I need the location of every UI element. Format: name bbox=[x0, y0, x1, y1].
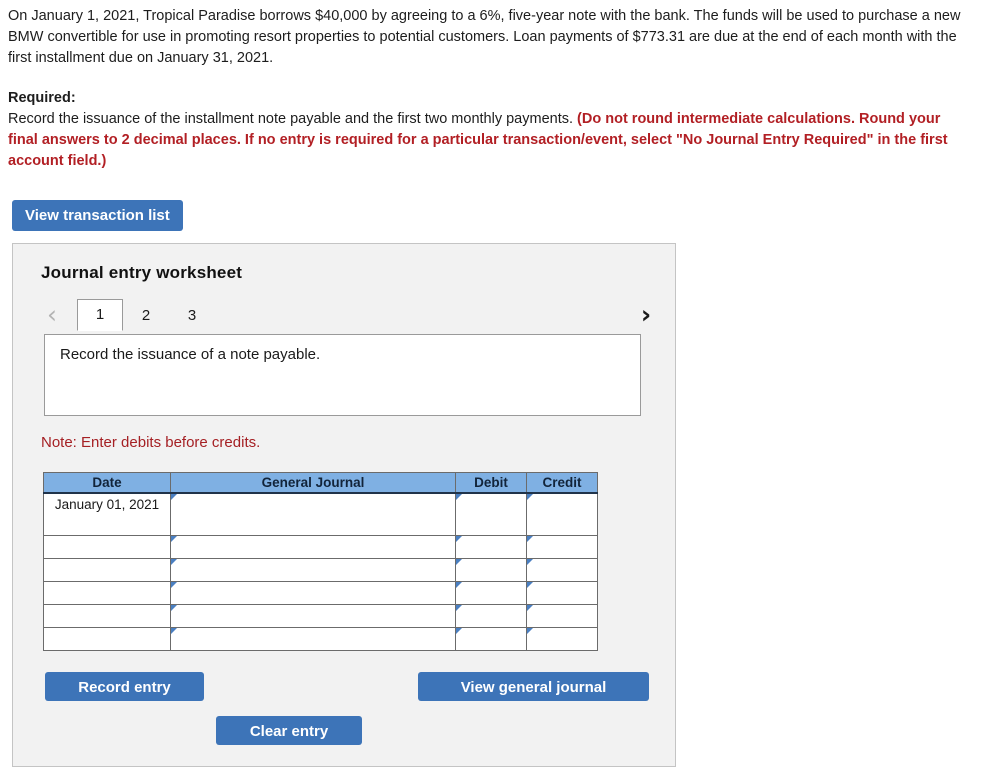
table-row bbox=[43, 535, 598, 559]
tab-1[interactable]: 1 bbox=[77, 299, 123, 331]
dropdown-triangle-icon bbox=[527, 582, 533, 588]
cell-credit[interactable] bbox=[526, 627, 598, 651]
cell-general-journal[interactable] bbox=[170, 627, 456, 651]
transaction-description-text: Record the issuance of a note payable. bbox=[60, 346, 321, 363]
transaction-description-box: Record the issuance of a note payable. bbox=[44, 334, 641, 416]
view-general-journal-button[interactable]: View general journal bbox=[418, 672, 649, 701]
cell-credit[interactable] bbox=[526, 581, 598, 605]
dropdown-triangle-icon bbox=[171, 582, 177, 588]
cell-credit[interactable] bbox=[526, 492, 598, 536]
cell-general-journal[interactable] bbox=[170, 558, 456, 582]
problem-text: On January 1, 2021, Tropical Paradise bo… bbox=[8, 8, 961, 66]
cell-date-value bbox=[44, 605, 170, 608]
cell-date-value bbox=[44, 582, 170, 585]
dropdown-triangle-icon bbox=[527, 628, 533, 634]
dropdown-triangle-icon bbox=[527, 536, 533, 542]
table-header-row: Date General Journal Debit Credit bbox=[43, 472, 598, 494]
cell-date[interactable]: January 01, 2021 bbox=[43, 492, 171, 536]
dropdown-triangle-icon bbox=[171, 628, 177, 634]
view-transaction-list-button[interactable]: View transaction list bbox=[12, 200, 183, 231]
cell-debit[interactable] bbox=[455, 581, 527, 605]
cell-general-journal[interactable] bbox=[170, 492, 456, 536]
chevron-right-icon[interactable]: › bbox=[635, 299, 657, 333]
dropdown-triangle-icon bbox=[171, 536, 177, 542]
dropdown-triangle-icon bbox=[456, 536, 462, 542]
cell-general-journal[interactable] bbox=[170, 604, 456, 628]
cell-date-value: January 01, 2021 bbox=[54, 497, 160, 512]
cell-date-value bbox=[44, 559, 170, 562]
dropdown-triangle-icon bbox=[171, 605, 177, 611]
cell-debit[interactable] bbox=[455, 492, 527, 536]
dropdown-triangle-icon bbox=[171, 494, 177, 500]
column-header-date: Date bbox=[43, 472, 171, 494]
clear-entry-button[interactable]: Clear entry bbox=[216, 716, 362, 745]
tab-3[interactable]: 3 bbox=[169, 300, 215, 331]
worksheet-title: Journal entry worksheet bbox=[41, 263, 243, 282]
dropdown-triangle-icon bbox=[456, 605, 462, 611]
debits-before-credits-note: Note: Enter debits before credits. bbox=[41, 434, 261, 451]
cell-date[interactable] bbox=[43, 604, 171, 628]
cell-debit[interactable] bbox=[455, 535, 527, 559]
cell-date[interactable] bbox=[43, 558, 171, 582]
chevron-left-icon[interactable]: ‹ bbox=[41, 299, 63, 333]
cell-credit[interactable] bbox=[526, 535, 598, 559]
cell-debit[interactable] bbox=[455, 604, 527, 628]
worksheet-tabstrip: ‹ 1 2 3 › bbox=[41, 299, 657, 335]
tab-2[interactable]: 2 bbox=[123, 300, 169, 331]
dropdown-triangle-icon bbox=[456, 582, 462, 588]
dropdown-triangle-icon bbox=[171, 559, 177, 565]
table-row: January 01, 2021 bbox=[43, 492, 598, 536]
worksheet-tabs: 1 2 3 bbox=[77, 299, 215, 331]
required-instruction: Record the issuance of the installment n… bbox=[8, 111, 578, 127]
cell-debit[interactable] bbox=[455, 627, 527, 651]
dropdown-triangle-icon bbox=[527, 494, 533, 500]
cell-date-value bbox=[44, 628, 170, 631]
cell-date[interactable] bbox=[43, 535, 171, 559]
dropdown-triangle-icon bbox=[456, 628, 462, 634]
cell-date[interactable] bbox=[43, 627, 171, 651]
dropdown-triangle-icon bbox=[456, 494, 462, 500]
dropdown-triangle-icon bbox=[456, 559, 462, 565]
cell-general-journal[interactable] bbox=[170, 581, 456, 605]
required-block: Required: Record the issuance of the ins… bbox=[8, 88, 958, 172]
cell-debit[interactable] bbox=[455, 558, 527, 582]
record-entry-button[interactable]: Record entry bbox=[45, 672, 204, 701]
column-header-credit: Credit bbox=[526, 472, 598, 494]
journal-entry-table: Date General Journal Debit Credit Januar… bbox=[43, 472, 598, 651]
journal-entry-worksheet-panel: Journal entry worksheet ‹ 1 2 3 › Record… bbox=[12, 243, 676, 767]
table-row bbox=[43, 558, 598, 582]
cell-credit[interactable] bbox=[526, 558, 598, 582]
required-label: Required: bbox=[8, 90, 76, 106]
dropdown-triangle-icon bbox=[527, 559, 533, 565]
cell-date-value bbox=[44, 536, 170, 539]
problem-statement: On January 1, 2021, Tropical Paradise bo… bbox=[8, 6, 966, 69]
cell-general-journal[interactable] bbox=[170, 535, 456, 559]
table-row bbox=[43, 581, 598, 605]
table-row bbox=[43, 627, 598, 651]
column-header-debit: Debit bbox=[455, 472, 527, 494]
column-header-general-journal: General Journal bbox=[170, 472, 456, 494]
table-row bbox=[43, 604, 598, 628]
cell-date[interactable] bbox=[43, 581, 171, 605]
dropdown-triangle-icon bbox=[527, 605, 533, 611]
cell-credit[interactable] bbox=[526, 604, 598, 628]
